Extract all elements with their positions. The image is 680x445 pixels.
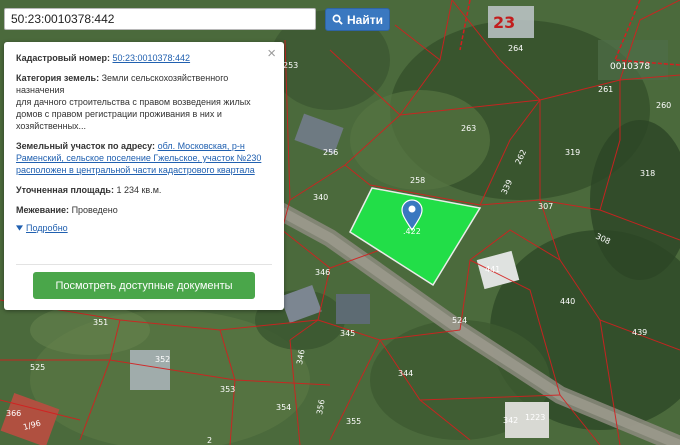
parcel-number: 1223 [525,413,545,422]
parcel-number-selected: .422 [403,227,421,236]
parcel-number: 440 [560,297,575,306]
parcel-number: 351 [93,318,108,327]
land-category-row: Категория земель: Земли сельскохозяйстве… [16,72,272,132]
parcel-number: 354 [276,403,291,412]
parcel-number: 525 [30,363,45,372]
parcel-number: 319 [565,148,580,157]
more-details-toggle[interactable]: Подробно [16,222,272,234]
panel-divider [16,264,272,265]
parcel-number: 258 [410,176,425,185]
survey-row: Межевание: Проведено [16,204,272,216]
parcel-number: 256 [323,148,338,157]
parcel-number: 342 [503,416,518,425]
parcel-number: 366 [6,409,21,418]
area-value: 1 234 кв.м. [116,185,162,195]
cadastral-number-link[interactable]: 50:23:0010378:442 [112,53,190,63]
search-icon [332,14,343,25]
quarter-number: 23 [493,13,515,32]
parcel-number: 263 [461,124,476,133]
address-label: Земельный участок по адресу: [16,141,156,151]
parcel-info-panel: × Кадастровый номер: 50:23:0010378:442 К… [4,42,284,310]
parcel-number: 355 [346,417,361,426]
parcel-number: 318 [640,169,655,178]
close-icon[interactable]: × [267,46,276,61]
triangle-down-icon [16,225,23,231]
land-category-description: для дачного строительства с правом возве… [16,97,251,131]
parcel-number: 261 [598,85,613,94]
land-category-label: Категория земель: [16,73,100,83]
search-input[interactable] [4,8,316,30]
survey-value: Проведено [71,205,118,215]
view-documents-button[interactable]: Посмотреть доступные документы [33,272,255,299]
area-row: Уточненная площадь: 1 234 кв.м. [16,184,272,196]
parcel-number: 260 [656,101,671,110]
survey-label: Межевание: [16,205,70,215]
parcel-number: 353 [220,385,235,394]
parcel-number: 264 [508,44,523,53]
search-button-label: Найти [347,12,383,27]
parcel-number: 345 [340,329,355,338]
cadastral-number-row: Кадастровый номер: 50:23:0010378:442 [16,52,272,64]
area-label: Уточненная площадь: [16,185,114,195]
cadastral-number-label: Кадастровый номер: [16,53,110,63]
parcel-number: 352 [155,355,170,364]
block-number: 0010378 [610,62,650,72]
parcel-number: 524 [452,316,467,325]
parcel-number: 340 [313,193,328,202]
parcel-number: 307 [538,202,553,211]
parcel-number: 441 [485,265,500,274]
parcel-number: 439 [632,328,647,337]
address-row: Земельный участок по адресу: обл. Москов… [16,140,272,176]
parcel-number: 344 [398,369,413,378]
parcel-number: 346 [315,268,330,277]
parcel-number: 2 [207,436,212,445]
search-button[interactable]: Найти [325,8,390,31]
more-details-label: Подробно [26,223,68,233]
parcel-number: 253 [283,61,298,70]
